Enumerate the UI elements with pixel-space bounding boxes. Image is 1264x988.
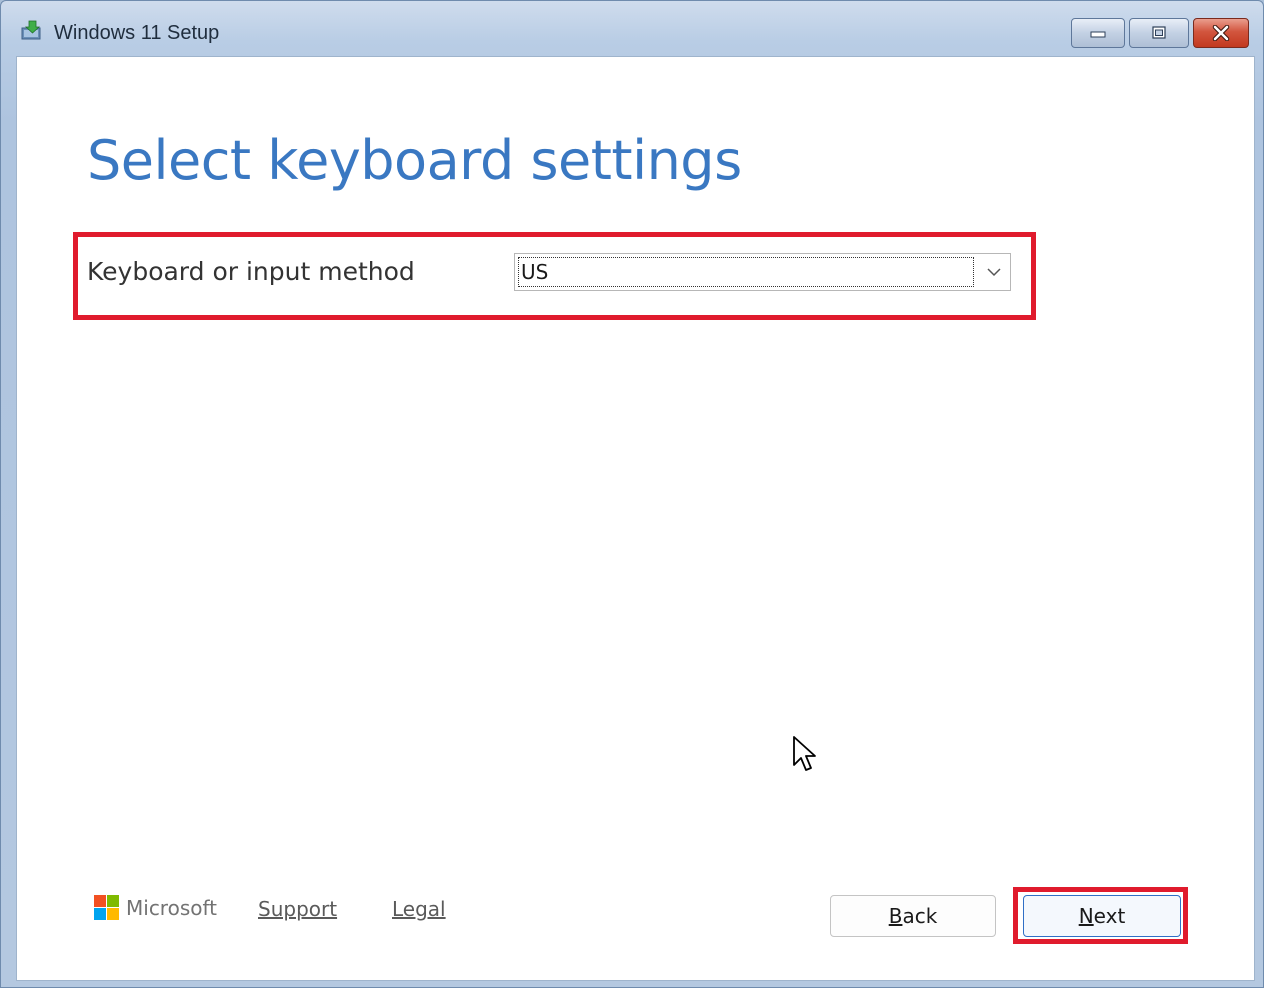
window-controls <box>1071 18 1249 48</box>
keyboard-input-dropdown[interactable]: US <box>514 253 1011 291</box>
support-link[interactable]: Support <box>258 897 337 921</box>
close-icon <box>1212 25 1230 41</box>
keyboard-input-label: Keyboard or input method <box>87 257 415 286</box>
page-title: Select keyboard settings <box>87 129 742 192</box>
mouse-cursor-icon <box>793 736 816 771</box>
title-bar[interactable]: Windows 11 Setup <box>1 1 1263 55</box>
back-button-label: ack <box>902 904 938 928</box>
chevron-down-icon <box>987 268 1001 277</box>
back-button-accel: B <box>888 904 903 928</box>
minimize-icon <box>1090 31 1106 38</box>
setup-content: Select keyboard settings Keyboard or inp… <box>16 56 1255 981</box>
setup-window: Windows 11 Setup Select keyboard setting… <box>0 0 1264 988</box>
maximize-button[interactable] <box>1129 18 1189 48</box>
microsoft-logo: Microsoft <box>94 895 217 920</box>
maximize-icon <box>1152 26 1166 39</box>
legal-link[interactable]: Legal <box>392 897 446 921</box>
minimize-button[interactable] <box>1071 18 1125 48</box>
window-title: Windows 11 Setup <box>54 22 220 44</box>
close-button[interactable] <box>1193 18 1249 48</box>
next-button[interactable]: Next <box>1023 895 1181 937</box>
back-button[interactable]: Back <box>830 895 996 937</box>
microsoft-logo-icon <box>94 895 119 920</box>
next-button-accel: N <box>1078 904 1094 928</box>
setup-icon <box>21 20 41 40</box>
dropdown-selected-value: US <box>518 257 974 287</box>
microsoft-brand-text: Microsoft <box>126 895 218 920</box>
next-button-label: ext <box>1093 904 1126 928</box>
